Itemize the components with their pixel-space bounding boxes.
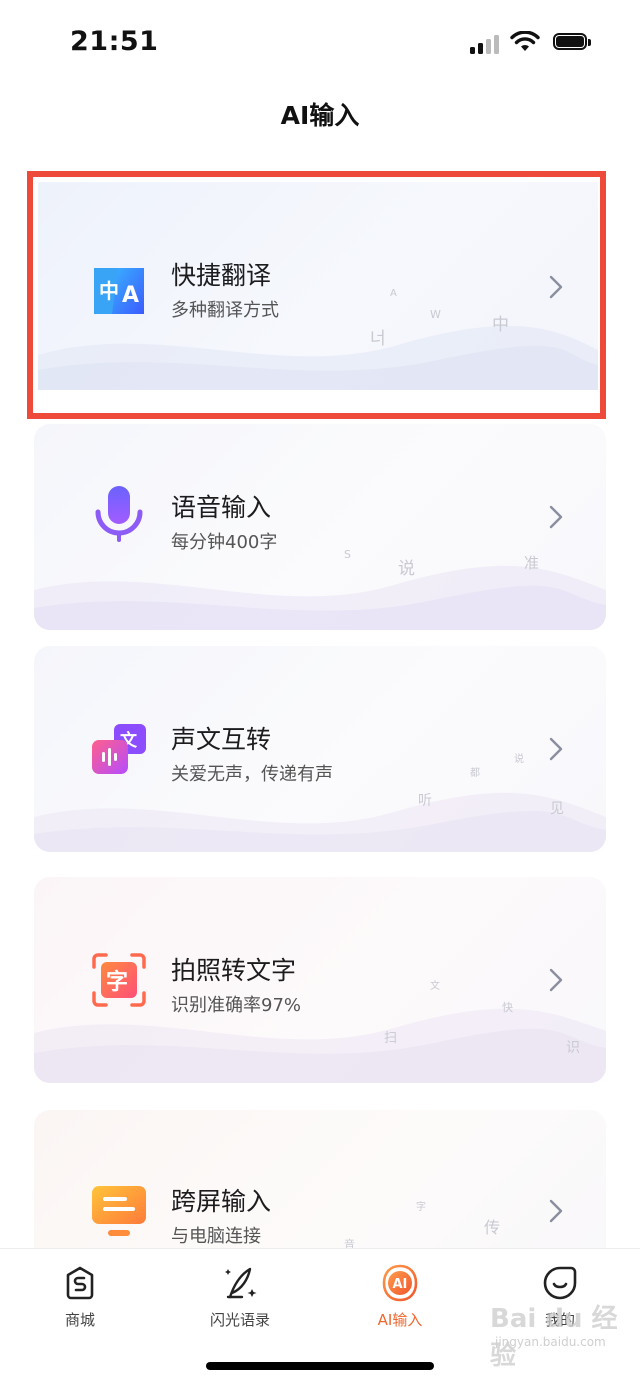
chevron-right-icon <box>549 737 563 761</box>
status-bar: 21:51 <box>0 0 640 90</box>
photo-scan-icon: 字 <box>92 953 146 1007</box>
baidu-watermark-url: jingyan.baidu.com <box>495 1335 606 1349</box>
card-subtitle: 与电脑连接 <box>171 1226 261 1247</box>
voice-text-icon: 文 <box>92 724 146 774</box>
ai-icon: AI <box>382 1264 418 1302</box>
tab-label: AI输入 <box>377 1311 423 1329</box>
microphone-icon <box>95 486 143 542</box>
chevron-right-icon <box>549 1199 563 1223</box>
shop-icon <box>66 1266 94 1300</box>
deco-text: 听 <box>418 793 432 809</box>
card-voice-input[interactable]: S 说 准 语音输入 每分钟400字 <box>34 424 606 630</box>
deco-text: 快 <box>502 1001 513 1014</box>
chevron-right-icon <box>549 968 563 992</box>
card-subtitle: 每分钟400字 <box>171 532 278 553</box>
card-subtitle: 关爱无声，传递有声 <box>171 764 333 785</box>
highlight-box <box>27 171 606 419</box>
svg-text:AI: AI <box>393 1277 408 1292</box>
deco-text: 见 <box>550 801 564 817</box>
card-subtitle: 识别准确率97% <box>171 995 302 1016</box>
deco-text: 扫 <box>384 1031 398 1046</box>
deco-text: 说 <box>514 754 524 765</box>
monitor-icon <box>92 1186 146 1236</box>
card-title: 跨屏输入 <box>171 1187 272 1216</box>
deco-text: S <box>344 548 351 561</box>
tab-label: 闪光语录 <box>209 1311 270 1329</box>
status-time: 21:51 <box>70 26 159 57</box>
wave-decoration <box>34 565 606 630</box>
deco-text: 文 <box>430 981 440 992</box>
tab-quotes[interactable]: 闪光语录 <box>180 1263 300 1330</box>
home-indicator[interactable] <box>206 1362 434 1370</box>
wifi-icon <box>510 31 540 51</box>
battery-icon <box>553 33 591 52</box>
page-title: AI输入 <box>280 101 360 130</box>
card-photo-to-text[interactable]: 文 快 扫 识 字 拍照转文字 识别准确率97% <box>34 877 606 1083</box>
tab-ai-input[interactable]: AI AI输入 <box>340 1263 460 1330</box>
deco-text: 准 <box>524 554 540 572</box>
deco-text: 都 <box>470 768 480 779</box>
deco-text: 字 <box>416 1202 426 1213</box>
card-voice-text-convert[interactable]: 听 见 都 说 文 声文互转 关爱无声，传递有声 <box>34 646 606 852</box>
card-title: 拍照转文字 <box>171 956 297 985</box>
cellular-signal-icon <box>470 34 502 54</box>
deco-text: 传 <box>484 1218 501 1237</box>
profile-icon <box>543 1266 577 1300</box>
card-title: 声文互转 <box>171 725 272 754</box>
tab-shop[interactable]: 商城 <box>20 1263 140 1330</box>
chevron-right-icon <box>549 505 563 529</box>
svg-text:字: 字 <box>106 969 128 995</box>
deco-text: 识 <box>566 1040 580 1056</box>
deco-text: 说 <box>398 559 415 579</box>
card-title: 语音输入 <box>171 493 272 522</box>
quill-icon <box>225 1267 257 1299</box>
tab-label: 商城 <box>64 1311 95 1329</box>
